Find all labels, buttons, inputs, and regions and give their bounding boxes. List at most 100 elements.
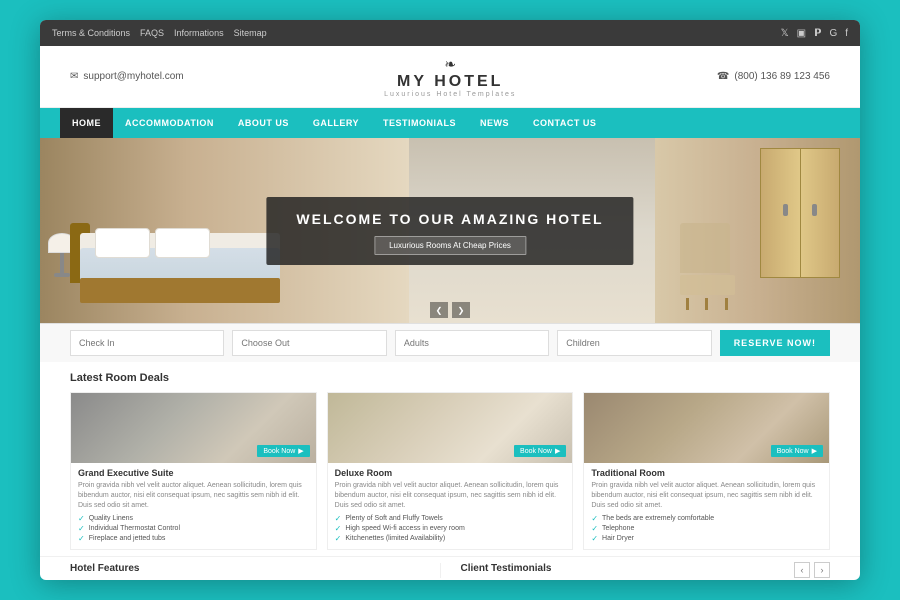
book-now-label-3: Book Now (777, 448, 809, 455)
top-bar: Terms & Conditions FAQS Informations Sit… (40, 20, 860, 46)
header: ✉ support@myhotel.com ❧ MY HOTEL Luxurio… (40, 46, 860, 108)
main-nav: HOME ACCOMMODATION ABOUT US GALLERY TEST… (40, 108, 860, 138)
room-desc-2: Proin gravida nibh vel velit auctor aliq… (335, 481, 566, 510)
phone-text: (800) 136 89 123 456 (734, 71, 830, 82)
arrow-icon-1: ▶ (298, 447, 303, 455)
room-info-2: Deluxe Room Proin gravida nibh vel velit… (328, 463, 573, 549)
room-tag-3[interactable]: Book Now ▶ (771, 445, 823, 457)
top-bar-links: Terms & Conditions FAQS Informations Sit… (52, 28, 267, 38)
arrow-icon-2: ▶ (555, 447, 560, 455)
room-card-3: Book Now ▶ Traditional Room Proin gravid… (583, 392, 830, 550)
nav-gallery[interactable]: GALLERY (301, 108, 371, 138)
facebook-icon[interactable]: f (845, 28, 848, 39)
bed-decoration (70, 203, 290, 303)
check-icon-1-2: ✓ (78, 524, 85, 533)
room-feature-3-3: ✓ Hair Dryer (591, 534, 822, 543)
header-email-section: ✉ support@myhotel.com (70, 71, 184, 82)
client-testimonials-title: Client Testimonials (461, 563, 831, 574)
header-phone-section: ☎ (800) 136 89 123 456 (717, 71, 830, 82)
informations-link[interactable]: Informations (174, 28, 224, 38)
room-desc-1: Proin gravida nibh vel velit auctor aliq… (78, 481, 309, 510)
room-name-2: Deluxe Room (335, 468, 566, 478)
reserve-button[interactable]: RESERVE NOW! (720, 330, 830, 356)
check-icon-2-1: ✓ (335, 514, 342, 523)
check-icon-2-3: ✓ (335, 534, 342, 543)
children-input[interactable] (557, 330, 711, 356)
testimonial-prev-button[interactable]: ‹ (794, 562, 810, 578)
google-icon[interactable]: G (829, 28, 837, 39)
terms-link[interactable]: Terms & Conditions (52, 28, 130, 38)
room-feature-2-1: ✓ Plenty of Soft and Fluffy Towels (335, 514, 566, 523)
check-icon-3-3: ✓ (591, 534, 598, 543)
email-icon: ✉ (70, 71, 78, 82)
testimonial-nav: ‹ › (794, 562, 830, 578)
check-icon-1-3: ✓ (78, 534, 85, 543)
nav-news[interactable]: NEWS (468, 108, 521, 138)
room-card-1: Book Now ▶ Grand Executive Suite Proin g… (70, 392, 317, 550)
sitemap-link[interactable]: Sitemap (234, 28, 267, 38)
room-tag-2[interactable]: Book Now ▶ (514, 445, 566, 457)
nav-testimonials[interactable]: TESTIMONIALS (371, 108, 468, 138)
rss-icon[interactable]: ▣ (797, 28, 806, 39)
hero-overlay: WELCOME TO OUR AMAZING HOTEL Luxurious R… (266, 197, 633, 265)
book-now-label-2: Book Now (520, 448, 552, 455)
checkin-input[interactable] (70, 330, 224, 356)
chair-decoration (680, 223, 740, 303)
hero-prev-arrow[interactable]: ❮ (430, 302, 448, 318)
book-now-label-1: Book Now (263, 448, 295, 455)
room-feature-2-2: ✓ High speed Wi-fi access in every room (335, 524, 566, 533)
room-info-3: Traditional Room Proin gravida nibh vel … (584, 463, 829, 549)
email-text: support@myhotel.com (83, 71, 183, 82)
pinterest-icon[interactable]: 𝗣 (814, 28, 821, 39)
rooms-section-title: Latest Room Deals (70, 372, 830, 384)
hero-section: WELCOME TO OUR AMAZING HOTEL Luxurious R… (40, 138, 860, 323)
hero-title: WELCOME TO OUR AMAZING HOTEL (296, 211, 603, 227)
faqs-link[interactable]: FAQS (140, 28, 164, 38)
logo-text: MY HOTEL (397, 73, 503, 91)
room-feature-1-2: ✓ Individual Thermostat Control (78, 524, 309, 533)
room-image-3: Book Now ▶ (584, 393, 829, 463)
room-feature-3-2: ✓ Telephone (591, 524, 822, 533)
nav-accommodation[interactable]: ACCOMMODATION (113, 108, 226, 138)
room-feature-1-1: ✓ Quality Linens (78, 514, 309, 523)
testimonial-next-button[interactable]: › (814, 562, 830, 578)
room-info-1: Grand Executive Suite Proin gravida nibh… (71, 463, 316, 549)
browser-window: Terms & Conditions FAQS Informations Sit… (40, 20, 860, 580)
check-icon-3-2: ✓ (591, 524, 598, 533)
twitter-icon[interactable]: 𝕏 (781, 28, 789, 39)
header-logo: ❧ MY HOTEL Luxurious Hotel Templates (384, 56, 516, 98)
hero-next-arrow[interactable]: ❯ (452, 302, 470, 318)
checkout-input[interactable] (232, 330, 386, 356)
check-icon-3-1: ✓ (591, 514, 598, 523)
rooms-grid: Book Now ▶ Grand Executive Suite Proin g… (70, 392, 830, 550)
hero-arrows: ❮ ❯ (430, 302, 470, 318)
wardrobe-decoration (760, 148, 840, 288)
room-desc-3: Proin gravida nibh vel velit auctor aliq… (591, 481, 822, 510)
client-testimonials-section: Client Testimonials ‹ › (440, 563, 831, 578)
bottom-row: Hotel Features Client Testimonials ‹ › (40, 556, 860, 580)
top-bar-social: 𝕏 ▣ 𝗣 G f (781, 28, 848, 39)
hero-subtitle-button[interactable]: Luxurious Rooms At Cheap Prices (374, 236, 526, 255)
room-feature-2-3: ✓ Kitchenettes (limited Availability) (335, 534, 566, 543)
room-name-1: Grand Executive Suite (78, 468, 309, 478)
room-feature-3-1: ✓ The beds are extremely comfortable (591, 514, 822, 523)
phone-icon: ☎ (717, 71, 729, 82)
check-icon-2-2: ✓ (335, 524, 342, 533)
room-image-1: Book Now ▶ (71, 393, 316, 463)
room-card-2: Book Now ▶ Deluxe Room Proin gravida nib… (327, 392, 574, 550)
arrow-icon-3: ▶ (812, 447, 817, 455)
check-icon-1-1: ✓ (78, 514, 85, 523)
rooms-section: Latest Room Deals Book Now ▶ Grand Execu… (40, 362, 860, 556)
room-image-2: Book Now ▶ (328, 393, 573, 463)
booking-bar: RESERVE NOW! (40, 323, 860, 362)
room-tag-1[interactable]: Book Now ▶ (257, 445, 309, 457)
nav-about[interactable]: ABOUT US (226, 108, 301, 138)
logo-crown-icon: ❧ (444, 56, 456, 73)
room-name-3: Traditional Room (591, 468, 822, 478)
adults-input[interactable] (395, 330, 549, 356)
hotel-features-section: Hotel Features (70, 563, 440, 578)
nav-home[interactable]: HOME (60, 108, 113, 138)
logo-tagline: Luxurious Hotel Templates (384, 91, 516, 98)
nav-contact[interactable]: CONTACT US (521, 108, 608, 138)
room-feature-1-3: ✓ Fireplace and jetted tubs (78, 534, 309, 543)
